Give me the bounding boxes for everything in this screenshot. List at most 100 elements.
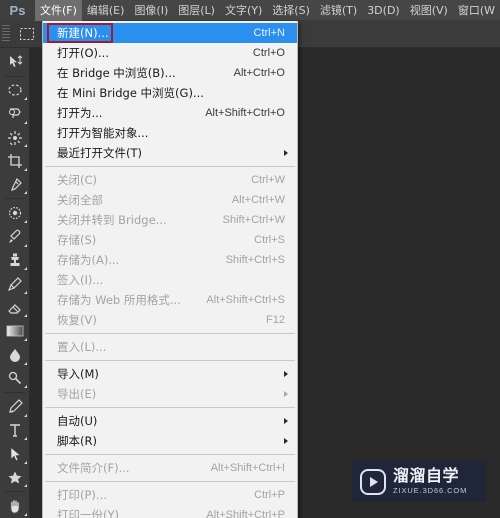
tool-dodge[interactable] xyxy=(1,367,29,391)
tool-expand-indicator xyxy=(23,337,27,341)
menu-3d-label: 3D(D) xyxy=(367,3,400,17)
menu-edit[interactable]: 编辑(E) xyxy=(82,0,130,21)
tool-separator-3 xyxy=(3,491,26,493)
menu-window-label: 窗口(W xyxy=(457,4,495,17)
menu-open-label: 打开(O)... xyxy=(57,46,109,60)
menu-separator xyxy=(45,166,295,167)
tool-quick-selection[interactable] xyxy=(1,126,29,150)
tool-path-selection[interactable] xyxy=(1,442,29,466)
menu-image-label: 图像(I) xyxy=(134,4,169,17)
tool-spot-healing[interactable] xyxy=(1,201,29,225)
tool-lasso[interactable] xyxy=(1,102,29,126)
menu-type[interactable]: 文字(Y) xyxy=(220,0,267,21)
menu-import-label: 导入(M) xyxy=(57,367,99,381)
tool-pen[interactable] xyxy=(1,395,29,419)
menu-revert-label: 恢复(V) xyxy=(57,313,97,327)
menu-browse-mini-bridge-label: 在 Mini Bridge 中浏览(G)... xyxy=(57,86,204,100)
menu-image[interactable]: 图像(I) xyxy=(129,0,173,21)
menu-close-go-to-bridge: 关闭并转到 Bridge... Shift+Ctrl+W xyxy=(43,210,297,230)
menu-save-label: 存储(S) xyxy=(57,233,97,247)
menu-new-label: 新建(N)... xyxy=(57,26,109,40)
menu-place: 置入(L)... xyxy=(43,337,297,357)
menu-view[interactable]: 视图(V) xyxy=(405,0,453,21)
tool-history-brush[interactable] xyxy=(1,272,29,296)
menu-open-as-shortcut: Alt+Shift+Ctrl+O xyxy=(205,107,285,119)
menu-bar: Ps 文件(F) 编辑(E) 图像(I) 图层(L) 文字(Y) 选择(S) 滤镜(T) 3D… xyxy=(0,0,500,21)
watermark-subtitle: ZIXUE.3D66.COM xyxy=(393,486,468,496)
menu-save-shortcut: Ctrl+S xyxy=(254,234,285,246)
menu-type-label: 文字(Y) xyxy=(224,4,263,17)
tool-expand-indicator xyxy=(23,191,27,195)
menu-import[interactable]: 导入(M) xyxy=(43,364,297,384)
tool-marquee[interactable] xyxy=(1,79,29,103)
menu-close-all-label: 关闭全部 xyxy=(57,193,103,207)
active-tool-icon[interactable] xyxy=(14,24,40,44)
menu-open-recent-label: 最近打开文件(T) xyxy=(57,146,142,160)
watermark-title: 溜溜自学 xyxy=(393,466,460,486)
menu-export-label: 导出(E) xyxy=(57,387,97,401)
tool-blur[interactable] xyxy=(1,343,29,367)
menu-layer-label: 图层(L) xyxy=(178,4,215,17)
menu-filter[interactable]: 滤镜(T) xyxy=(315,0,362,21)
menu-layer[interactable]: 图层(L) xyxy=(173,0,220,21)
file-menu-dropdown[interactable]: 新建(N)... Ctrl+N 打开(O)... Ctrl+O 在 Bridge 中浏览… xyxy=(42,21,298,518)
menu-browse-bridge-shortcut: Alt+Ctrl+O xyxy=(233,67,285,79)
submenu-arrow-icon xyxy=(284,438,288,444)
tool-eraser[interactable] xyxy=(1,296,29,320)
menu-file-info-label: 文件简介(F)... xyxy=(57,461,130,475)
submenu-arrow-icon xyxy=(284,418,288,424)
options-bar-gripper[interactable] xyxy=(2,25,10,43)
tool-shape[interactable] xyxy=(1,466,29,490)
menu-new[interactable]: 新建(N)... Ctrl+N xyxy=(43,23,297,43)
menu-revert-shortcut: F12 xyxy=(266,314,285,326)
menu-open-shortcut: Ctrl+O xyxy=(252,47,285,59)
tools-panel xyxy=(0,48,30,518)
tool-expand-indicator xyxy=(23,314,27,318)
menu-save: 存储(S) Ctrl+S xyxy=(43,230,297,250)
menu-automate[interactable]: 自动(U) xyxy=(43,411,297,431)
menu-browse-bridge[interactable]: 在 Bridge 中浏览(B)... Alt+Ctrl+O xyxy=(43,63,297,83)
menu-open[interactable]: 打开(O)... Ctrl+O xyxy=(43,43,297,63)
tool-eyedropper[interactable] xyxy=(1,173,29,197)
menu-save-for-web: 存储为 Web 所用格式... Alt+Shift+Ctrl+S xyxy=(43,290,297,310)
menu-file-info-shortcut: Alt+Shift+Ctrl+I xyxy=(210,462,285,474)
tool-separator-1 xyxy=(3,198,26,200)
tool-expand-indicator xyxy=(23,290,27,294)
tool-separator-0 xyxy=(3,75,26,77)
menu-select[interactable]: 选择(S) xyxy=(267,0,315,21)
tool-hand[interactable] xyxy=(1,494,29,518)
tool-brush[interactable] xyxy=(1,225,29,249)
tool-expand-indicator xyxy=(23,437,27,441)
tool-crop[interactable] xyxy=(1,149,29,173)
tool-expand-indicator xyxy=(23,484,27,488)
photoshop-window: Ps 文件(F) 编辑(E) 图像(I) 图层(L) 文字(Y) 选择(S) 滤镜(T) 3D… xyxy=(0,0,500,518)
menu-window[interactable]: 窗口(W xyxy=(453,0,500,21)
menu-save-for-web-shortcut: Alt+Shift+Ctrl+S xyxy=(206,294,285,306)
menu-separator xyxy=(45,407,295,408)
menu-close-go-to-bridge-label: 关闭并转到 Bridge... xyxy=(57,213,167,227)
menu-separator xyxy=(45,333,295,334)
tool-expand-indicator xyxy=(23,167,27,171)
menu-close: 关闭(C) Ctrl+W xyxy=(43,170,297,190)
tool-clone-stamp[interactable] xyxy=(1,249,29,273)
tool-gradient[interactable] xyxy=(1,319,29,343)
menu-open-as-smart-object[interactable]: 打开为智能对象... xyxy=(43,123,297,143)
menu-scripts[interactable]: 脚本(R) xyxy=(43,431,297,451)
tool-move[interactable] xyxy=(1,50,29,74)
menu-browse-bridge-label: 在 Bridge 中浏览(B)... xyxy=(57,66,176,80)
menu-close-shortcut: Ctrl+W xyxy=(251,174,285,186)
menu-open-recent[interactable]: 最近打开文件(T) xyxy=(43,143,297,163)
tool-expand-indicator xyxy=(23,120,27,124)
menu-export: 导出(E) xyxy=(43,384,297,404)
submenu-arrow-icon xyxy=(284,371,288,377)
menu-browse-mini-bridge[interactable]: 在 Mini Bridge 中浏览(G)... xyxy=(43,83,297,103)
menu-file[interactable]: 文件(F) xyxy=(34,0,82,21)
menu-revert: 恢复(V) F12 xyxy=(43,310,297,330)
menu-save-as-label: 存储为(A)... xyxy=(57,253,120,267)
tool-expand-indicator xyxy=(23,220,27,224)
menu-open-as[interactable]: 打开为... Alt+Shift+Ctrl+O xyxy=(43,103,297,123)
menu-3d[interactable]: 3D(D) xyxy=(362,0,405,21)
menu-filter-label: 滤镜(T) xyxy=(319,4,358,17)
menu-save-as: 存储为(A)... Shift+Ctrl+S xyxy=(43,250,297,270)
tool-type[interactable] xyxy=(1,419,29,443)
